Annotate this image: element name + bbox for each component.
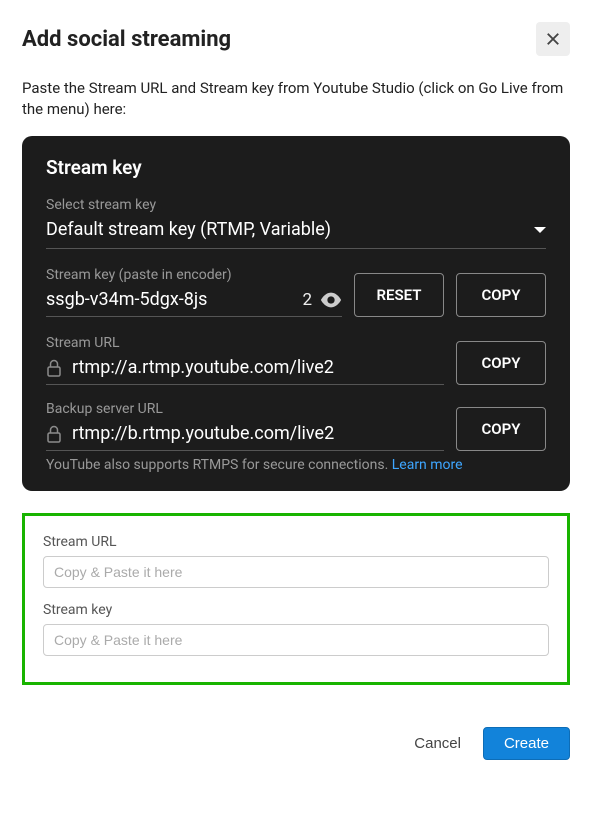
lock-icon — [46, 359, 62, 377]
input-highlight-box: Stream URL Stream key — [22, 513, 570, 685]
stream-key-group: Stream key — [43, 602, 549, 656]
learn-more-link[interactable]: Learn more — [392, 457, 463, 473]
backup-url-row: Backup server URL rtmp://b.rtmp.youtube.… — [46, 401, 546, 451]
select-value: Default stream key (RTMP, Variable) — [46, 219, 331, 240]
stream-key-input-line: ssgb-v34m-5dgx-8js 2 — [46, 289, 342, 317]
copy-url-button[interactable]: COPY — [456, 341, 546, 385]
modal-header: Add social streaming — [22, 22, 570, 56]
copy-key-button[interactable]: COPY — [456, 273, 546, 317]
stream-url-label: Stream URL — [46, 335, 444, 351]
select-stream-key-label: Select stream key — [46, 197, 546, 213]
footer-text: YouTube also supports RTMPS for secure c… — [46, 457, 392, 473]
stream-url-group: Stream URL — [43, 534, 549, 588]
backup-url-label: Backup server URL — [46, 401, 444, 417]
stream-key-row: Stream key (paste in encoder) ssgb-v34m-… — [46, 267, 546, 317]
youtube-stream-panel: Stream key Select stream key Default str… — [22, 136, 570, 491]
stream-key-value[interactable]: ssgb-v34m-5dgx-8js — [46, 289, 294, 310]
stream-url-input[interactable] — [43, 556, 549, 588]
stream-url-value[interactable]: rtmp://a.rtmp.youtube.com/live2 — [72, 357, 444, 378]
select-stream-key-field: Select stream key Default stream key (RT… — [46, 197, 546, 249]
create-button[interactable]: Create — [483, 727, 570, 760]
close-icon — [544, 30, 562, 48]
stream-url-form-label: Stream URL — [43, 534, 549, 550]
stream-key-form-label: Stream key — [43, 602, 549, 618]
reset-button[interactable]: RESET — [354, 273, 444, 317]
stream-url-row: Stream URL rtmp://a.rtmp.youtube.com/liv… — [46, 335, 546, 385]
modal-title: Add social streaming — [22, 27, 231, 52]
stream-url-input-line: rtmp://a.rtmp.youtube.com/live2 — [46, 357, 444, 385]
stream-key-select[interactable]: Default stream key (RTMP, Variable) — [46, 219, 546, 249]
stream-key-input[interactable] — [43, 624, 549, 656]
stream-key-label: Stream key (paste in encoder) — [46, 267, 342, 283]
panel-footer: YouTube also supports RTMPS for secure c… — [46, 457, 546, 473]
stream-url-field: Stream URL rtmp://a.rtmp.youtube.com/liv… — [46, 335, 444, 385]
backup-url-value[interactable]: rtmp://b.rtmp.youtube.com/live2 — [72, 423, 444, 444]
stream-key-field: Stream key (paste in encoder) ssgb-v34m-… — [46, 267, 342, 317]
close-button[interactable] — [536, 22, 570, 56]
add-social-streaming-modal: Add social streaming Paste the Stream UR… — [0, 0, 592, 707]
backup-url-input-line: rtmp://b.rtmp.youtube.com/live2 — [46, 423, 444, 451]
copy-backup-button[interactable]: COPY — [456, 407, 546, 451]
backup-url-field: Backup server URL rtmp://b.rtmp.youtube.… — [46, 401, 444, 451]
chevron-down-icon — [534, 227, 546, 233]
lock-icon — [46, 425, 62, 443]
panel-title: Stream key — [46, 156, 546, 179]
modal-footer: Cancel Create — [0, 707, 592, 760]
instruction-text: Paste the Stream URL and Stream key from… — [22, 78, 570, 120]
cancel-button[interactable]: Cancel — [408, 727, 467, 760]
eye-icon[interactable] — [320, 292, 342, 308]
stream-key-suffix: 2 — [302, 290, 312, 310]
